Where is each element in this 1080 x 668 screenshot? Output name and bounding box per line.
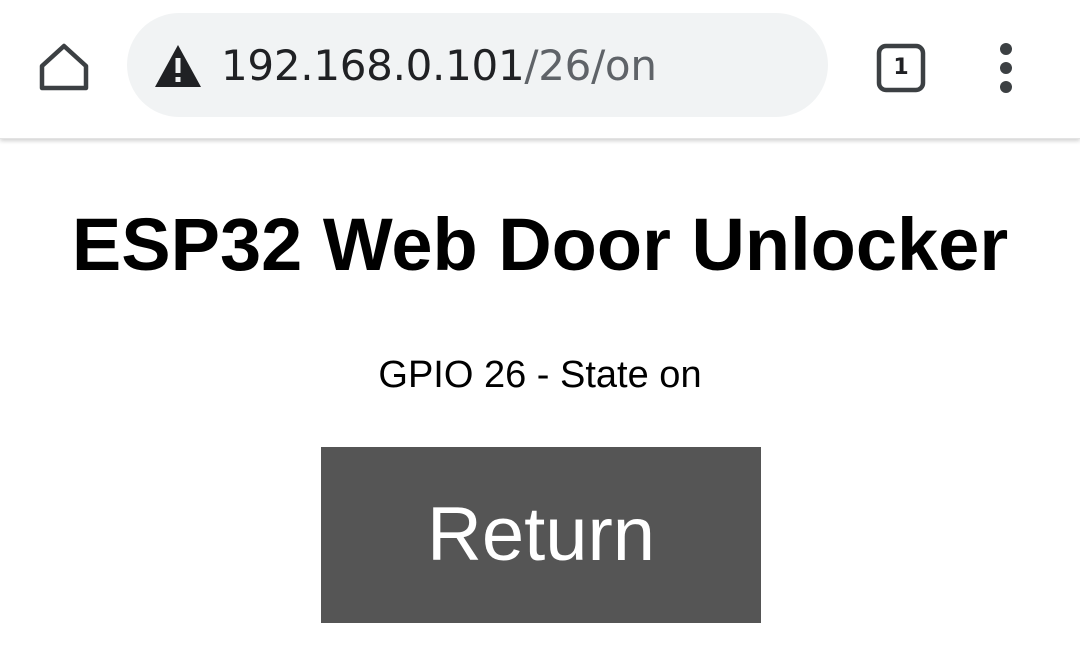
menu-button[interactable] [990, 40, 1022, 96]
address-bar[interactable]: 192.168.0.101/26/on [127, 13, 828, 117]
home-button[interactable] [34, 38, 94, 98]
url-text[interactable]: 192.168.0.101/26/on [221, 41, 657, 91]
page-title: ESP32 Web Door Unlocker [71, 203, 1009, 286]
tab-switcher-button[interactable]: 1 [876, 43, 926, 93]
return-button[interactable]: Return [321, 447, 761, 623]
browser-toolbar: 192.168.0.101/26/on 1 [0, 0, 1080, 139]
warning-icon[interactable] [153, 43, 203, 89]
url-host: 192.168.0.101 [221, 41, 525, 90]
tab-count: 1 [893, 55, 909, 80]
more-vert-icon [1000, 43, 1012, 93]
home-icon [39, 43, 89, 91]
url-path: /26/on [524, 41, 657, 90]
gpio-status-text: GPIO 26 - State on [378, 354, 702, 396]
